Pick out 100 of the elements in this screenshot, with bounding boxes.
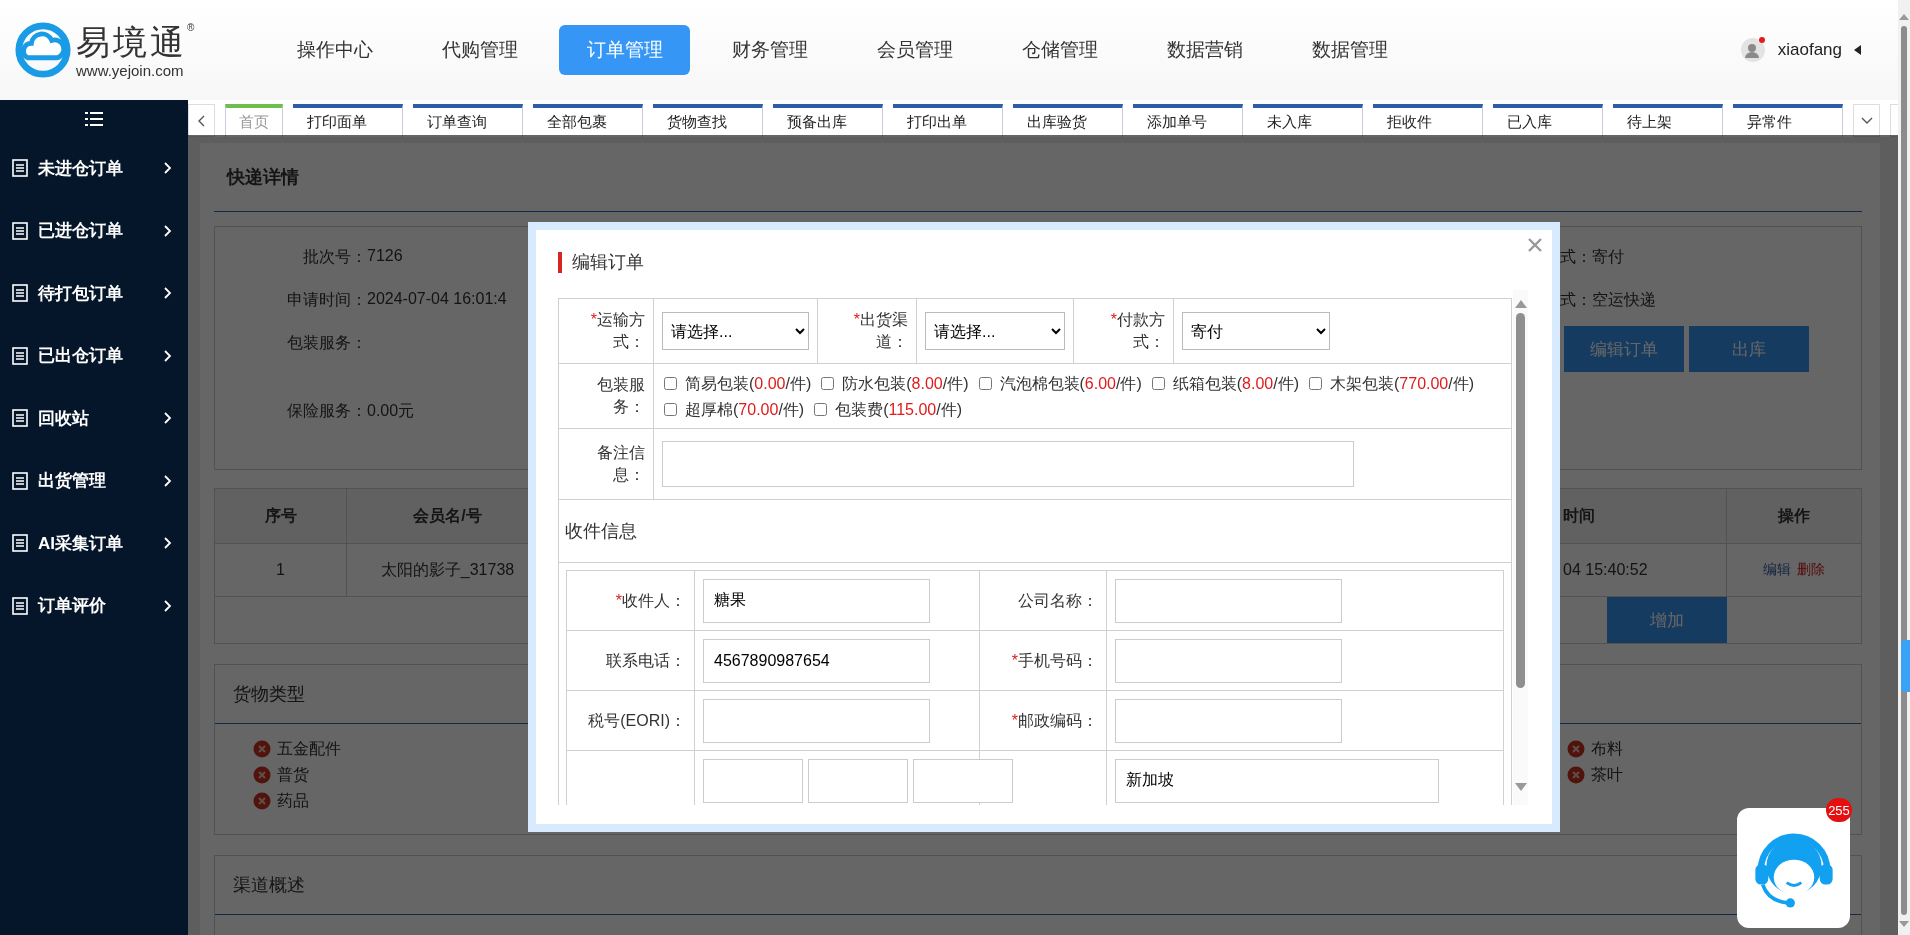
- option-label: 包装费(115.00/件): [835, 399, 962, 420]
- chevron-down-icon: [1860, 116, 1873, 125]
- field-label: *出货渠道：: [852, 310, 908, 352]
- nav-tab[interactable]: 仓储管理: [994, 25, 1125, 75]
- nav-tab[interactable]: 会员管理: [849, 25, 980, 75]
- tab[interactable]: 打印出单: [893, 104, 1003, 137]
- text-field[interactable]: [703, 698, 930, 743]
- tab[interactable]: 已入库: [1493, 104, 1603, 137]
- customer-service-button[interactable]: [1737, 808, 1850, 928]
- list-icon: [12, 471, 28, 490]
- chevron-right-icon: [163, 474, 172, 487]
- tab[interactable]: 货物查找: [653, 104, 763, 137]
- user-name[interactable]: xiaofang: [1777, 40, 1842, 60]
- logo-url: www.yejoin.com: [76, 61, 185, 79]
- text-field[interactable]: 新加坡: [1115, 758, 1439, 803]
- checkbox[interactable]: [1309, 376, 1322, 390]
- registered-mark: ®: [187, 21, 195, 34]
- tab[interactable]: 订单查询: [413, 104, 523, 137]
- chevron-right-icon: [163, 412, 172, 425]
- field-label: *邮政编码：: [1011, 710, 1098, 731]
- list-icon: [12, 346, 28, 365]
- tab[interactable]: 待上架: [1613, 104, 1723, 137]
- sidebar-item[interactable]: 待打包订单: [0, 262, 188, 325]
- tab[interactable]: 未入库: [1253, 104, 1363, 137]
- field-label: 备注信息：: [596, 443, 645, 485]
- section-title: 收件信息: [565, 520, 637, 543]
- nav-tab[interactable]: 数据营销: [1139, 25, 1270, 75]
- scroll-left-button[interactable]: [188, 104, 215, 137]
- tab[interactable]: 全部包裹: [533, 104, 643, 137]
- text-field[interactable]: [913, 758, 1013, 803]
- remove-icon[interactable]: [253, 740, 271, 758]
- tab[interactable]: 预备出库: [773, 104, 883, 137]
- field-label: *付款方式：: [1109, 310, 1165, 352]
- text-field[interactable]: [1115, 638, 1342, 683]
- tab[interactable]: 打印面单: [293, 104, 403, 137]
- page-title: 快递详情: [227, 166, 299, 189]
- option-label: 简易包装(0.00/件): [685, 373, 812, 394]
- remove-icon[interactable]: [253, 766, 271, 784]
- remove-icon[interactable]: [1567, 766, 1585, 784]
- chevron-right-icon: [163, 599, 172, 612]
- sidebar-item[interactable]: AI采集订单: [0, 512, 188, 575]
- remove-icon[interactable]: [1567, 740, 1585, 758]
- chevron-left-icon: [197, 114, 206, 127]
- sidebar-item[interactable]: 订单评价: [0, 574, 188, 637]
- chevron-right-icon: [163, 224, 172, 237]
- checkbox[interactable]: [664, 402, 677, 416]
- remark-field[interactable]: [662, 441, 1354, 487]
- tab[interactable]: 添加单号: [1133, 104, 1243, 137]
- chevron-right-icon: [163, 349, 172, 362]
- table-cell: 1: [215, 544, 347, 597]
- text-field[interactable]: 糖果: [703, 578, 930, 623]
- title-accent-bar: [558, 251, 562, 273]
- field-label: 式：: [1559, 290, 1592, 310]
- nav-tab[interactable]: 操作中心: [269, 25, 400, 75]
- tab[interactable]: 异常件: [1733, 104, 1843, 137]
- close-icon: [1527, 237, 1543, 253]
- nav-tab[interactable]: 财务管理: [704, 25, 835, 75]
- checkbox[interactable]: [1151, 376, 1165, 390]
- sidebar-item[interactable]: 回收站: [0, 387, 188, 450]
- list-icon: [12, 221, 28, 240]
- checkbox[interactable]: [814, 402, 828, 416]
- text-field[interactable]: [1115, 578, 1342, 623]
- field-label: 公司名称：: [1018, 590, 1098, 611]
- tab[interactable]: 拒收件: [1373, 104, 1483, 137]
- option-label: 汽泡棉包装(6.00/件): [999, 373, 1142, 394]
- checkbox[interactable]: [978, 376, 992, 390]
- select-field[interactable]: 请选择...: [925, 312, 1065, 350]
- list-icon: [12, 284, 28, 303]
- panel-title: 货物类型: [233, 683, 305, 706]
- field-value: 0.00元: [367, 401, 415, 421]
- scrollbar[interactable]: [1898, 0, 1910, 935]
- field-value: 7126: [367, 247, 403, 265]
- sidebar-item[interactable]: 已出仓订单: [0, 324, 188, 387]
- menu-icon[interactable]: [85, 111, 103, 126]
- list-icon: [12, 596, 28, 615]
- field-value: 空运快递: [1592, 290, 1656, 310]
- scrollbar[interactable]: [1513, 290, 1528, 805]
- text-field[interactable]: [808, 758, 908, 803]
- tab[interactable]: 出库验货: [1013, 104, 1123, 137]
- select-field[interactable]: 请选择...: [662, 312, 809, 350]
- checkbox[interactable]: [664, 376, 677, 390]
- sidebar-item[interactable]: 未进仓订单: [0, 137, 188, 200]
- column-header: 时间: [1559, 489, 1727, 544]
- field-label: 税号(EORI)：: [588, 710, 686, 731]
- sidebar-item[interactable]: 已进仓订单: [0, 199, 188, 262]
- chevron-right-icon: [163, 162, 172, 175]
- text-field[interactable]: 4567890987654: [703, 638, 930, 683]
- tab-list-button[interactable]: [1853, 104, 1880, 137]
- caret-icon[interactable]: [1854, 45, 1862, 55]
- cargo-type-label: 普货: [277, 764, 309, 785]
- checkbox[interactable]: [821, 376, 835, 390]
- remove-icon[interactable]: [253, 792, 271, 810]
- select-field[interactable]: 寄付: [1182, 312, 1330, 350]
- field-label: *手机号码：: [1011, 650, 1098, 671]
- text-field[interactable]: [703, 758, 803, 803]
- sidebar-item[interactable]: 出货管理: [0, 449, 188, 512]
- nav-tab[interactable]: 数据管理: [1284, 25, 1415, 75]
- nav-tab[interactable]: 代购管理: [414, 25, 545, 75]
- text-field[interactable]: [1115, 698, 1342, 743]
- cargo-type-label: 茶叶: [1591, 764, 1623, 785]
